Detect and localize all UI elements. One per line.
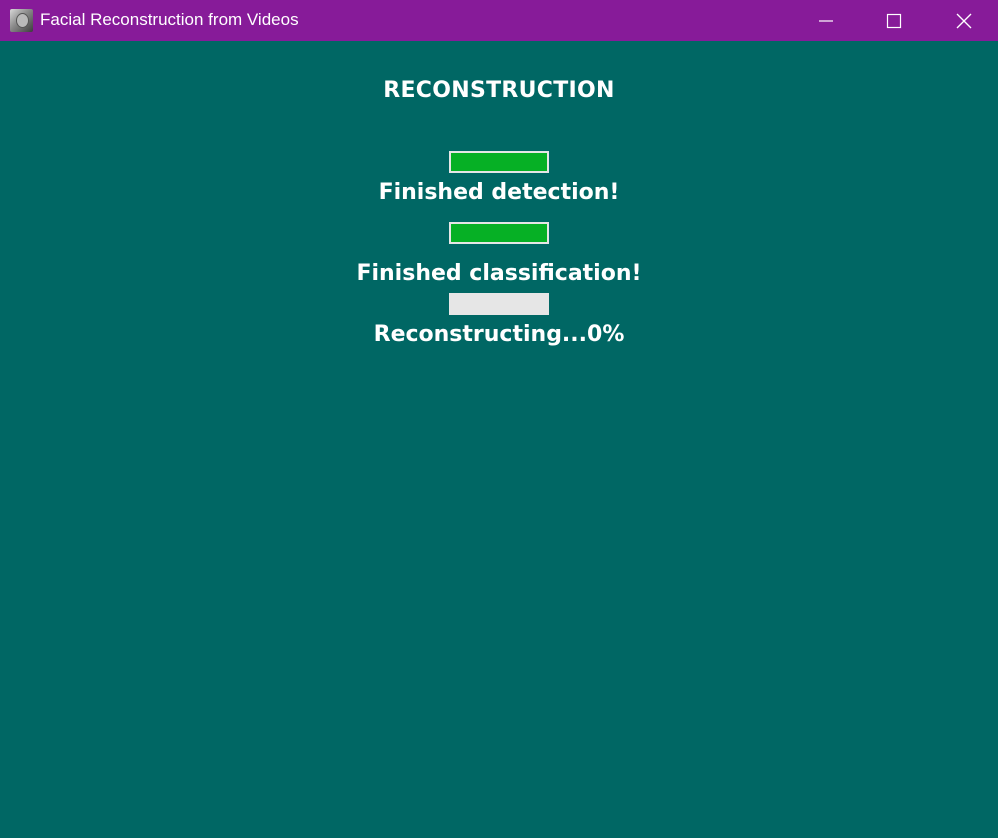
main-content: RECONSTRUCTION Finished detection! Finis…: [0, 41, 998, 838]
maximize-icon: [886, 13, 902, 28]
window-title: Facial Reconstruction from Videos: [40, 10, 299, 29]
detection-progress-bar: [449, 151, 549, 173]
app-face-icon: [10, 9, 33, 32]
page-title: RECONSTRUCTION: [383, 78, 615, 103]
detection-progress-fill: [451, 153, 547, 171]
classification-progress-fill: [451, 224, 547, 242]
close-icon: [956, 13, 972, 28]
title-bar[interactable]: Facial Reconstruction from Videos: [0, 0, 998, 41]
close-button[interactable]: [930, 0, 998, 41]
classification-status: Finished classification!: [356, 261, 642, 286]
classification-progress-bar: [449, 222, 549, 244]
reconstruction-status: Reconstructing...0%: [373, 322, 625, 347]
detection-status: Finished detection!: [378, 180, 620, 205]
minimize-button[interactable]: [792, 0, 860, 41]
minimize-icon: [819, 19, 833, 22]
reconstruction-progress-bar: [449, 293, 549, 315]
app-window: Facial Reconstruction from Videos RECONS…: [0, 0, 998, 838]
maximize-button[interactable]: [860, 0, 928, 41]
